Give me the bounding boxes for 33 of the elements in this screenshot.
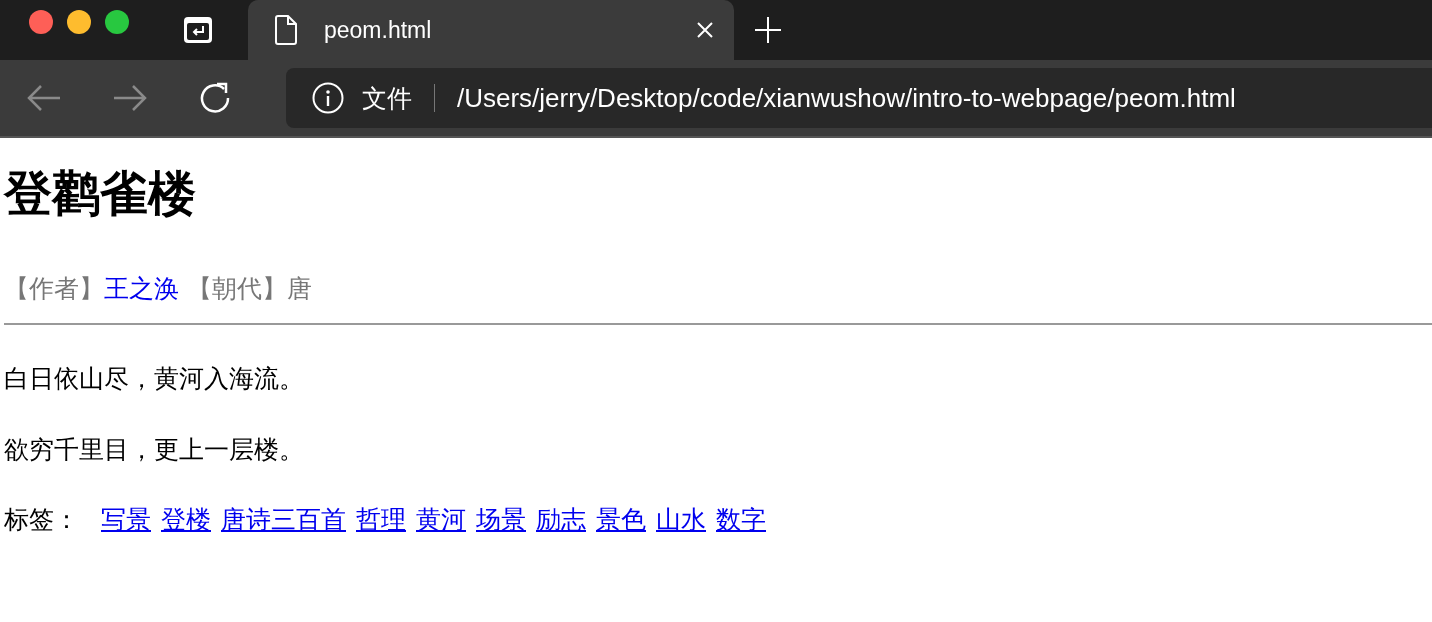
tag-link[interactable]: 景色 xyxy=(596,503,646,537)
tags-label: 标签： xyxy=(4,504,79,537)
meta-label: 【作者】 xyxy=(4,273,104,306)
close-window-button[interactable] xyxy=(29,10,53,34)
tag-link[interactable]: 励志 xyxy=(536,503,586,537)
tag-link[interactable]: 黄河 xyxy=(416,503,466,537)
file-icon xyxy=(274,15,298,45)
poem-line: 白日依山尽，黄河入海流。 xyxy=(4,363,305,396)
tag-link[interactable]: 写景 xyxy=(101,503,151,537)
address-bar[interactable]: 文件 /Users/jerry/Desktop/code/xianwushow/intro-to-webpage/peom.html xyxy=(286,68,1432,128)
back-arrow-icon[interactable] xyxy=(26,84,62,112)
tag-link[interactable]: 登楼 xyxy=(161,503,211,537)
new-tab-icon[interactable] xyxy=(754,16,782,44)
poem-line: 欲穷千里目，更上一层楼。 xyxy=(4,434,305,467)
reload-icon[interactable] xyxy=(198,81,232,115)
tag-link[interactable]: 场景 xyxy=(476,503,526,537)
browser-tab[interactable]: peom.html xyxy=(248,0,734,60)
tag-link[interactable]: 哲理 xyxy=(356,503,406,537)
url-text: /Users/jerry/Desktop/code/xianwushow/intro-to-webpage/peom.html xyxy=(457,82,1236,114)
meta-label: 【朝代】 xyxy=(187,273,287,306)
meta-value: 唐 xyxy=(287,273,312,306)
tag-link[interactable]: 山水 xyxy=(656,503,706,537)
maximize-window-button[interactable] xyxy=(105,10,129,34)
page-heading: 登鹳雀楼 xyxy=(4,164,197,223)
tab-title: peom.html xyxy=(324,16,433,44)
minimize-window-button[interactable] xyxy=(67,10,91,34)
tag-link[interactable]: 数字 xyxy=(716,503,766,537)
close-icon[interactable] xyxy=(696,21,714,39)
forward-arrow-icon[interactable] xyxy=(112,84,148,112)
info-icon xyxy=(312,82,344,114)
author-link[interactable]: 王之涣 xyxy=(104,272,179,306)
tag-link[interactable]: 唐诗三百首 xyxy=(221,503,346,537)
security-label: 文件 xyxy=(362,82,412,115)
